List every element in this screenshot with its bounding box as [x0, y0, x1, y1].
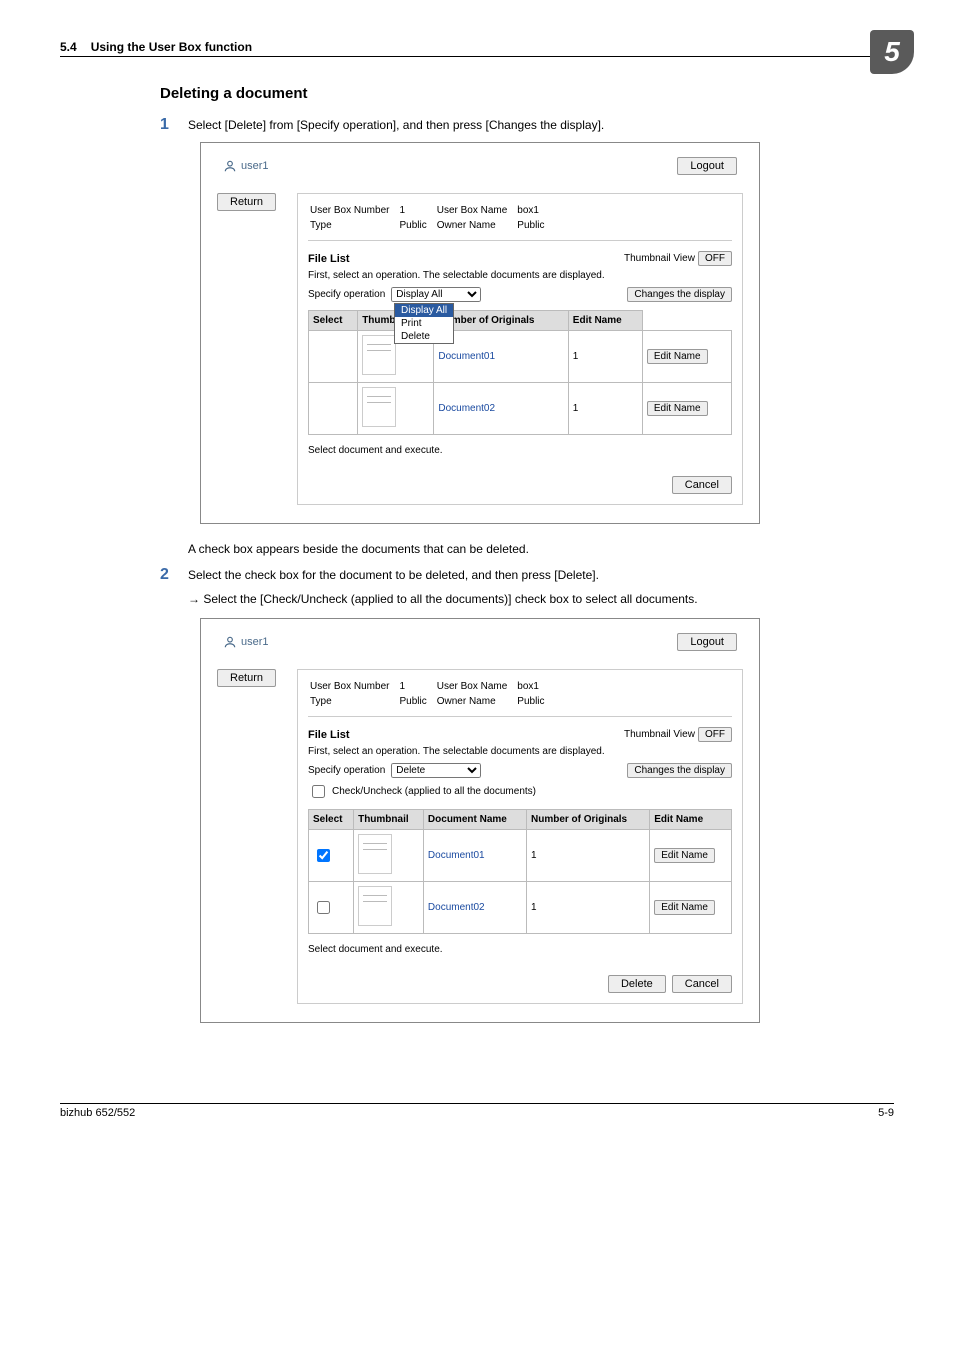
delete-button[interactable]: Delete — [608, 975, 666, 993]
thumbnail-icon — [362, 335, 396, 375]
specify-operation-select[interactable]: Delete — [391, 763, 481, 778]
table-row: Document01 1 Edit Name — [309, 331, 732, 383]
instruction-text: First, select an operation. The selectab… — [308, 270, 732, 281]
step-1: 1 Select [Delete] from [Specify operatio… — [160, 116, 854, 134]
step-text: Select [Delete] from [Specify operation]… — [188, 116, 604, 134]
thumbnail-off-button[interactable]: OFF — [698, 251, 732, 266]
specify-operation-select[interactable]: Display All — [391, 287, 481, 302]
user-indicator: user1 — [223, 635, 269, 649]
sub-step-arrow: → Select the [Check/Uncheck (applied to … — [188, 592, 854, 606]
user-name: user1 — [241, 160, 269, 172]
mid-description: A check box appears beside the documents… — [188, 542, 854, 556]
document-link[interactable]: Document02 — [423, 882, 526, 934]
footer-model: bizhub 652/552 — [60, 1107, 135, 1119]
file-list-label: File List — [308, 729, 350, 741]
edit-name-button[interactable]: Edit Name — [654, 848, 715, 863]
user-icon — [223, 635, 237, 649]
step-text: Select the check box for the document to… — [188, 566, 599, 584]
user-icon — [223, 159, 237, 173]
option-display-all[interactable]: Display All — [395, 304, 453, 317]
step-2: 2 Select the check box for the document … — [160, 566, 854, 584]
table-row: Document02 1 Edit Name — [309, 383, 732, 435]
screenshot-1: user1 Logout Return User Box Number1 Use… — [200, 142, 760, 524]
page-header: 5.4 Using the User Box function — [60, 40, 894, 57]
chapter-badge: 5 — [870, 30, 914, 74]
logout-button[interactable]: Logout — [677, 157, 737, 175]
edit-name-button[interactable]: Edit Name — [647, 349, 708, 364]
execute-text: Select document and execute. — [308, 944, 732, 955]
return-button[interactable]: Return — [217, 669, 276, 687]
instruction-text: First, select an operation. The selectab… — [308, 746, 732, 757]
cancel-button[interactable]: Cancel — [672, 476, 732, 494]
check-all-checkbox[interactable] — [312, 785, 325, 798]
step-number: 1 — [160, 116, 188, 134]
row-checkbox[interactable] — [317, 901, 330, 914]
document-table: Select Thumbnail Document Name Number of… — [308, 809, 732, 934]
row-checkbox[interactable] — [317, 849, 330, 862]
file-list-label: File List — [308, 253, 350, 265]
option-print[interactable]: Print — [395, 317, 453, 330]
user-indicator: user1 — [223, 159, 269, 173]
operation-dropdown-list[interactable]: Display All Print Delete — [394, 303, 454, 344]
section-title: Using the User Box function — [91, 40, 252, 54]
cancel-button[interactable]: Cancel — [672, 975, 732, 993]
option-delete[interactable]: Delete — [395, 330, 453, 343]
box-meta: User Box Number1 User Box Namebox1 TypeP… — [308, 202, 555, 234]
screenshot-2: user1 Logout Return User Box Number1 Use… — [200, 618, 760, 1023]
edit-name-button[interactable]: Edit Name — [647, 401, 708, 416]
section-number: 5.4 — [60, 40, 77, 54]
user-name: user1 — [241, 636, 269, 648]
footer-page: 5-9 — [878, 1107, 894, 1119]
logout-button[interactable]: Logout — [677, 633, 737, 651]
document-link[interactable]: Document01 — [423, 830, 526, 882]
thumbnail-icon — [358, 886, 392, 926]
document-table: Select Thumbnail Document Name Number of… — [308, 310, 732, 435]
execute-text: Select document and execute. — [308, 445, 732, 456]
page-footer: bizhub 652/552 5-9 — [60, 1103, 894, 1119]
thumbnail-icon — [358, 834, 392, 874]
table-row: Document02 1 Edit Name — [309, 882, 732, 934]
thumbnail-icon — [362, 387, 396, 427]
step-number: 2 — [160, 566, 188, 584]
return-button[interactable]: Return — [217, 193, 276, 211]
thumbnail-off-button[interactable]: OFF — [698, 727, 732, 742]
document-link[interactable]: Document02 — [434, 383, 568, 435]
table-row: Document01 1 Edit Name — [309, 830, 732, 882]
edit-name-button[interactable]: Edit Name — [654, 900, 715, 915]
changes-display-button[interactable]: Changes the display — [627, 287, 732, 302]
changes-display-button[interactable]: Changes the display — [627, 763, 732, 778]
box-meta: User Box Number1 User Box Namebox1 TypeP… — [308, 678, 555, 710]
heading-deleting-document: Deleting a document — [160, 85, 854, 102]
